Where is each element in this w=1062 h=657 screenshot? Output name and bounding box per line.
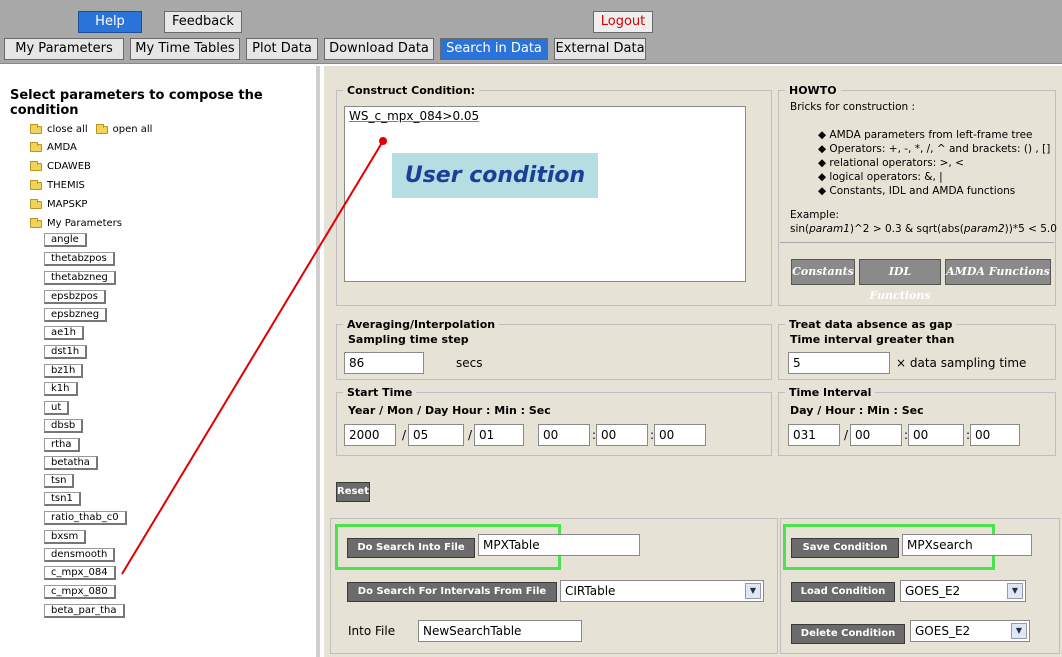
annotation-arrow	[121, 137, 387, 575]
arrow-line	[121, 140, 384, 575]
arrow-head-dot	[379, 137, 387, 145]
